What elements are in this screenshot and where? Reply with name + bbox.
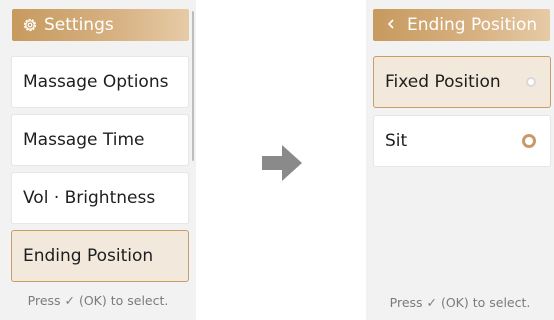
- menu-item-label: Massage Time: [23, 130, 145, 150]
- chevron-left-icon[interactable]: [387, 17, 395, 33]
- menu-item-ending-position[interactable]: Ending Position: [11, 230, 189, 282]
- scrollbar[interactable]: [192, 11, 194, 161]
- select-hint: Press ✓ (OK) to select.: [389, 295, 531, 310]
- option-label: Fixed Position: [385, 72, 501, 92]
- radio-unselected-icon[interactable]: [526, 77, 536, 87]
- settings-screen: Settings Massage Options Massage Time Vo…: [0, 0, 196, 320]
- option-label: Sit: [385, 131, 408, 151]
- settings-title: Settings: [44, 15, 114, 35]
- option-fixed-position[interactable]: Fixed Position: [373, 56, 551, 108]
- menu-item-label: Ending Position: [23, 246, 154, 266]
- menu-item-label: Massage Options: [23, 72, 169, 92]
- ending-position-screen: Ending Position Fixed Position Sit Press…: [366, 0, 554, 320]
- settings-header: Settings: [12, 9, 189, 41]
- menu-item-vol-brightness[interactable]: Vol · Brightness: [11, 172, 189, 224]
- gear-icon: [22, 17, 38, 33]
- ending-position-header[interactable]: Ending Position: [373, 9, 550, 41]
- arrow-right-icon: [262, 145, 302, 185]
- menu-item-massage-options[interactable]: Massage Options: [11, 56, 189, 108]
- option-sit[interactable]: Sit: [373, 115, 551, 167]
- ending-position-title: Ending Position: [407, 15, 538, 35]
- menu-item-massage-time[interactable]: Massage Time: [11, 114, 189, 166]
- select-hint: Press ✓ (OK) to select.: [27, 293, 169, 308]
- radio-selected-icon[interactable]: [522, 134, 536, 148]
- menu-item-label: Vol · Brightness: [23, 188, 156, 208]
